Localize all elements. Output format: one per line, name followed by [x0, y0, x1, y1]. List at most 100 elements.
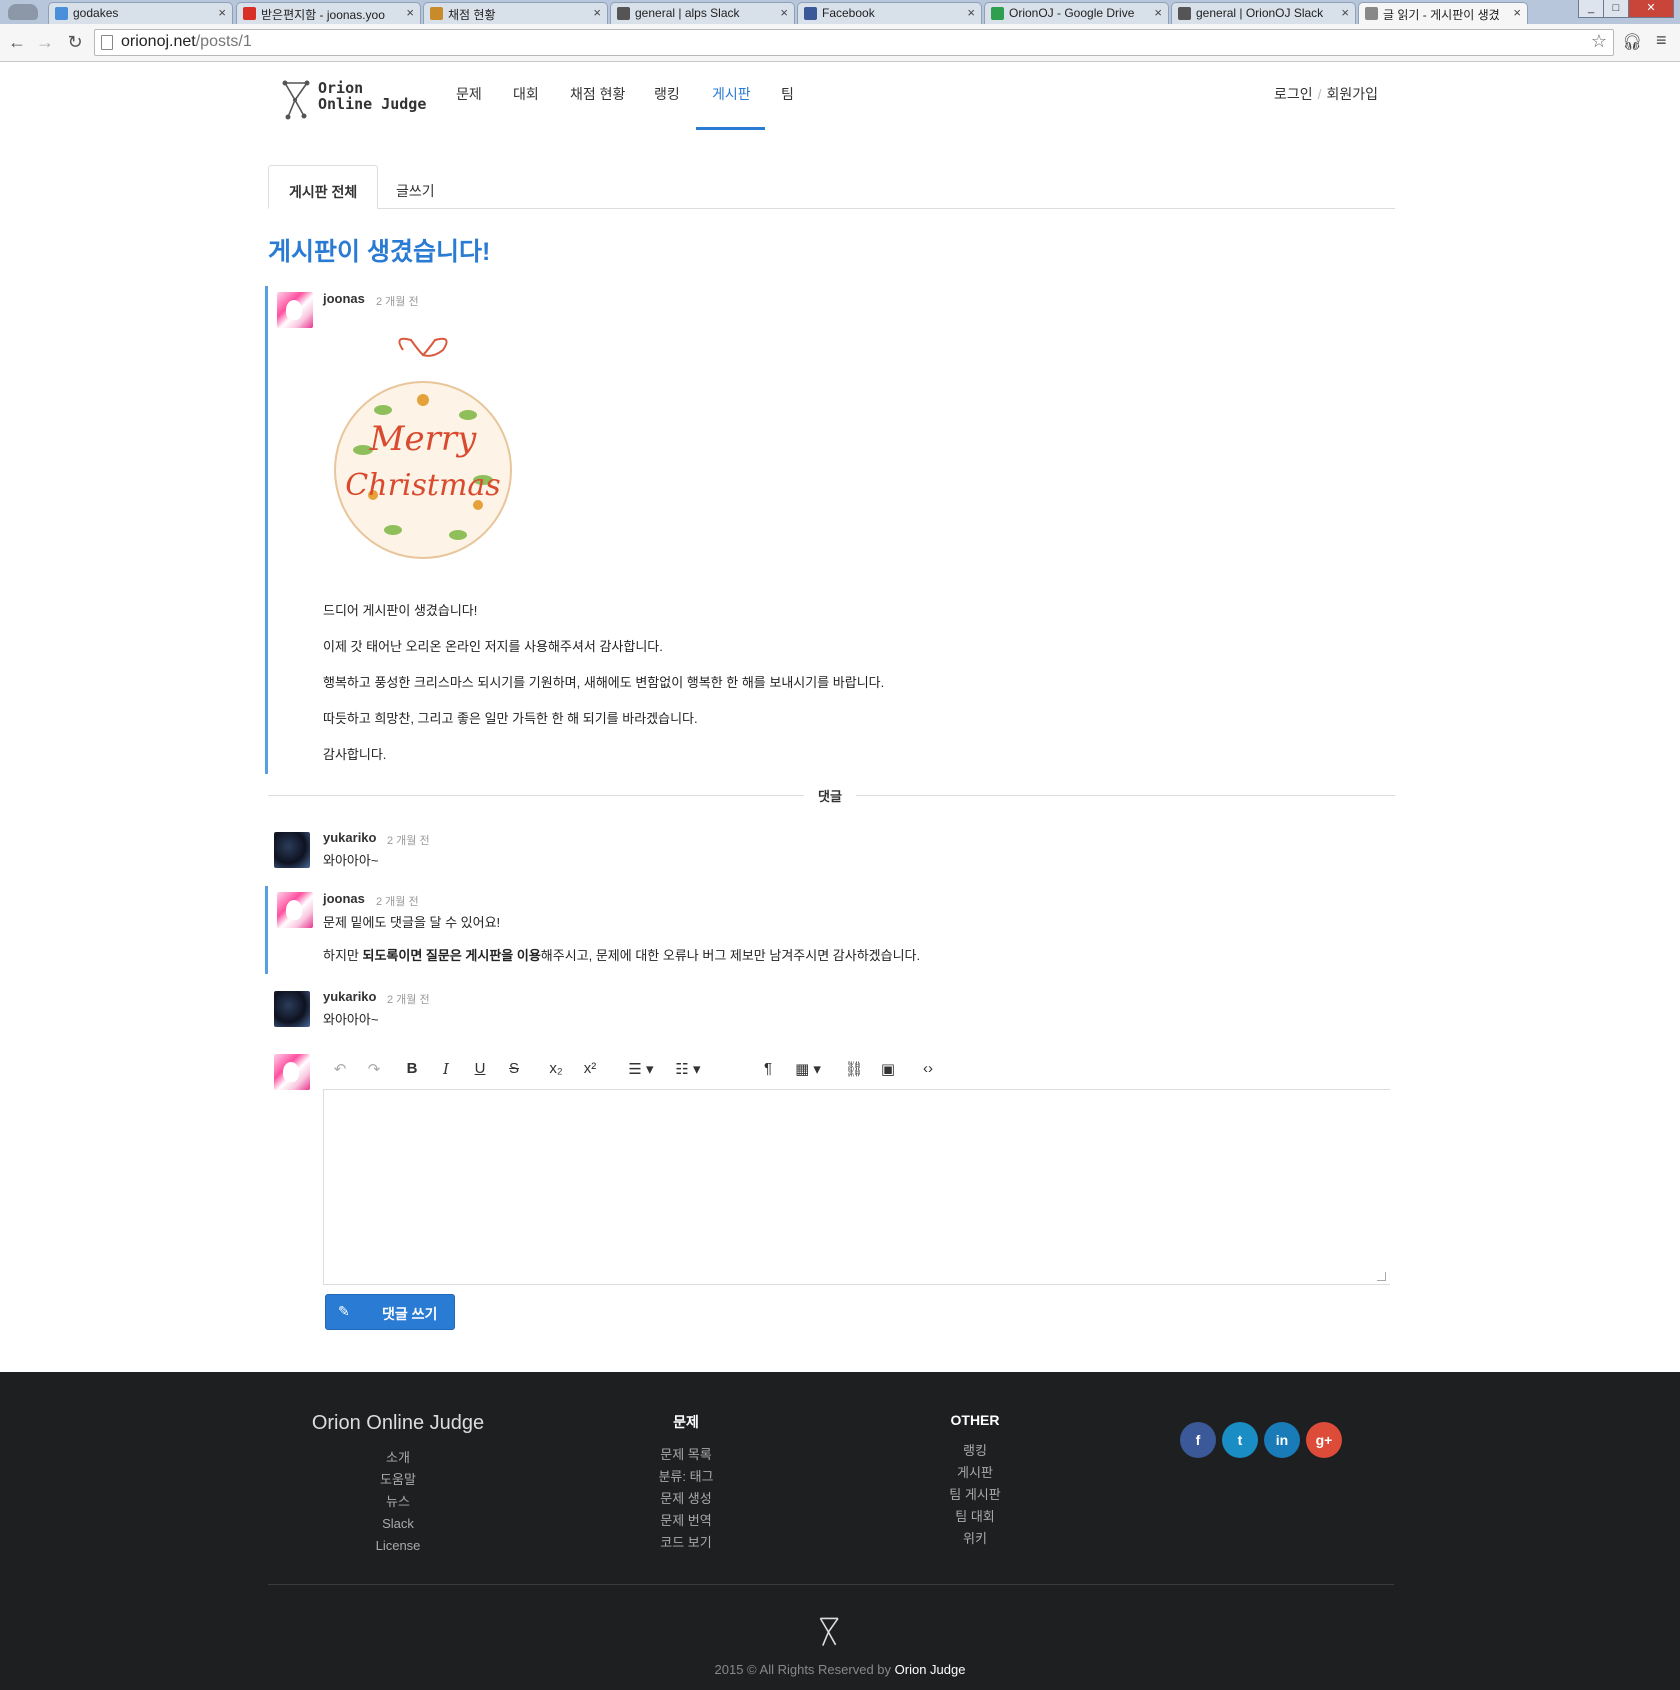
italic-icon[interactable]: I — [435, 1060, 457, 1078]
comment: yukariko 2 개월 전 와아아아~ — [268, 989, 1395, 1029]
bold-icon[interactable]: B — [401, 1060, 423, 1077]
login-link[interactable]: 로그인 — [1274, 86, 1313, 102]
nav-team[interactable]: 팀 — [781, 84, 794, 104]
menu-icon[interactable]: ≡ — [1656, 30, 1667, 51]
footer-link[interactable]: 문제 생성 — [576, 1488, 796, 1510]
footer-link[interactable]: License — [288, 1535, 508, 1557]
linkedin-icon[interactable]: in — [1264, 1422, 1300, 1458]
image-icon[interactable]: ▣ — [877, 1060, 899, 1078]
browser-tab[interactable]: general | OrionOJ Slack × — [1171, 2, 1356, 24]
comment-author[interactable]: joonas — [323, 891, 365, 906]
edit-icon: ✎ — [338, 1303, 350, 1319]
comment-editor[interactable] — [323, 1089, 1390, 1285]
avatar[interactable] — [274, 1054, 310, 1090]
submit-comment-button[interactable]: ✎ 댓글 쓰기 — [325, 1294, 455, 1330]
footer-col-about: Orion Online Judge 소개 도움말 뉴스 Slack Licen… — [288, 1412, 508, 1557]
subscript-icon[interactable]: x₂ — [545, 1060, 567, 1077]
reload-button[interactable]: ↻ — [64, 32, 86, 53]
slack-icon — [617, 7, 630, 20]
extension-icon[interactable]: 🎧︎ — [1622, 32, 1642, 52]
tab-board-all[interactable]: 게시판 전체 — [268, 165, 379, 209]
nav-status[interactable]: 채점 현황 — [570, 84, 625, 104]
copyright-brand[interactable]: Orion Judge — [895, 1662, 966, 1677]
bullet-list-icon[interactable]: ☰ ▾ — [621, 1060, 661, 1078]
close-window-button[interactable]: ✕ — [1628, 0, 1674, 18]
table-icon[interactable]: ▦ ▾ — [791, 1060, 825, 1078]
star-icon[interactable]: ☆ — [1591, 31, 1607, 52]
back-button[interactable]: ← — [6, 32, 28, 53]
nav-problems[interactable]: 문제 — [456, 84, 482, 104]
footer-link[interactable]: Slack — [288, 1513, 508, 1535]
code-view-icon[interactable]: ‹› — [917, 1060, 939, 1077]
undo-icon[interactable]: ↶ — [329, 1060, 351, 1078]
footer-link[interactable]: 분류: 태그 — [576, 1466, 796, 1488]
page-icon — [101, 35, 113, 50]
avatar[interactable] — [274, 832, 310, 868]
numbered-list-icon[interactable]: ☷ ▾ — [668, 1060, 708, 1078]
browser-tab[interactable]: OrionOJ - Google Drive × — [984, 2, 1169, 24]
footer-link[interactable]: 뉴스 — [288, 1491, 508, 1513]
footer-link[interactable]: 문제 목록 — [576, 1444, 796, 1466]
footer-link[interactable]: 팀 게시판 — [865, 1484, 1085, 1506]
post-paragraph: 드디어 게시판이 생겼습니다! — [323, 603, 478, 618]
superscript-icon[interactable]: x² — [579, 1060, 601, 1077]
site-footer: Orion Online Judge 소개 도움말 뉴스 Slack Licen… — [0, 1372, 1680, 1690]
redo-icon[interactable]: ↷ — [363, 1060, 385, 1078]
footer-link[interactable]: 랭킹 — [865, 1440, 1085, 1462]
comment-time: 2 개월 전 — [387, 994, 430, 1006]
browser-tab[interactable]: godakes × — [48, 2, 233, 24]
close-tab-icon[interactable]: × — [218, 5, 226, 20]
maximize-button[interactable]: □ — [1603, 0, 1629, 18]
google-plus-icon[interactable]: g+ — [1306, 1422, 1342, 1458]
post-body: joonas 2 개월 전 Merry Christmas 드디어 게시판이 생… — [265, 286, 1395, 774]
nav-board[interactable]: 게시판 — [712, 84, 751, 104]
minimize-button[interactable]: _ — [1578, 0, 1604, 18]
copyright-text: 2015 © All Rights Reserved by — [714, 1662, 895, 1677]
close-tab-icon[interactable]: × — [967, 5, 975, 20]
footer-link[interactable]: 문제 번역 — [576, 1510, 796, 1532]
nav-contests[interactable]: 대회 — [513, 84, 539, 104]
forward-button[interactable]: → — [34, 32, 56, 53]
signup-link[interactable]: 회원가입 — [1327, 86, 1379, 102]
underline-icon[interactable]: U — [469, 1060, 491, 1077]
footer-link[interactable]: 소개 — [288, 1447, 508, 1469]
browser-tab[interactable]: 채점 현황 × — [423, 2, 608, 24]
strikethrough-icon[interactable]: S — [503, 1060, 525, 1077]
footer-divider — [268, 1584, 1394, 1585]
browser-tab[interactable]: 글 읽기 - 게시판이 생겼 × — [1358, 2, 1528, 25]
close-tab-icon[interactable]: × — [406, 5, 414, 20]
drive-icon — [991, 7, 1004, 20]
resize-handle[interactable] — [1377, 1272, 1386, 1281]
footer-link[interactable]: 위키 — [865, 1528, 1085, 1550]
footer-col-problems: 문제 문제 목록 분류: 태그 문제 생성 문제 번역 코드 보기 — [576, 1412, 796, 1554]
tab-write[interactable]: 글쓰기 — [376, 165, 455, 209]
avatar[interactable] — [274, 991, 310, 1027]
footer-link[interactable]: 코드 보기 — [576, 1532, 796, 1554]
avatar[interactable] — [277, 292, 313, 328]
avatar[interactable] — [277, 892, 313, 928]
browser-tab[interactable]: general | alps Slack × — [610, 2, 795, 24]
nav-ranking[interactable]: 랭킹 — [654, 84, 680, 104]
browser-tab[interactable]: Facebook × — [797, 2, 982, 24]
close-tab-icon[interactable]: × — [1154, 5, 1162, 20]
browser-tab[interactable]: 받은편지함 - joonas.yoo × — [236, 2, 421, 24]
comment-author[interactable]: yukariko — [323, 830, 376, 845]
facebook-icon — [804, 7, 817, 20]
close-tab-icon[interactable]: × — [1513, 5, 1521, 20]
post-author[interactable]: joonas — [323, 291, 365, 306]
svg-text:Merry: Merry — [369, 419, 477, 459]
comments-label: 댓글 — [804, 786, 856, 805]
footer-link[interactable]: 게시판 — [865, 1462, 1085, 1484]
facebook-icon[interactable]: f — [1180, 1422, 1216, 1458]
close-tab-icon[interactable]: × — [593, 5, 601, 20]
comment-author[interactable]: yukariko — [323, 989, 376, 1004]
footer-link[interactable]: 도움말 — [288, 1469, 508, 1491]
close-tab-icon[interactable]: × — [1341, 5, 1349, 20]
address-bar[interactable]: orionoj.net/posts/1 ☆ — [94, 29, 1614, 56]
link-icon[interactable]: ⛓︎ — [843, 1060, 865, 1078]
paragraph-icon[interactable]: ¶ — [757, 1060, 779, 1077]
close-tab-icon[interactable]: × — [780, 5, 788, 20]
footer-link[interactable]: 팀 대회 — [865, 1506, 1085, 1528]
twitter-icon[interactable]: t — [1222, 1422, 1258, 1458]
browser-tab-title: OrionOJ - Google Drive — [1009, 6, 1135, 20]
